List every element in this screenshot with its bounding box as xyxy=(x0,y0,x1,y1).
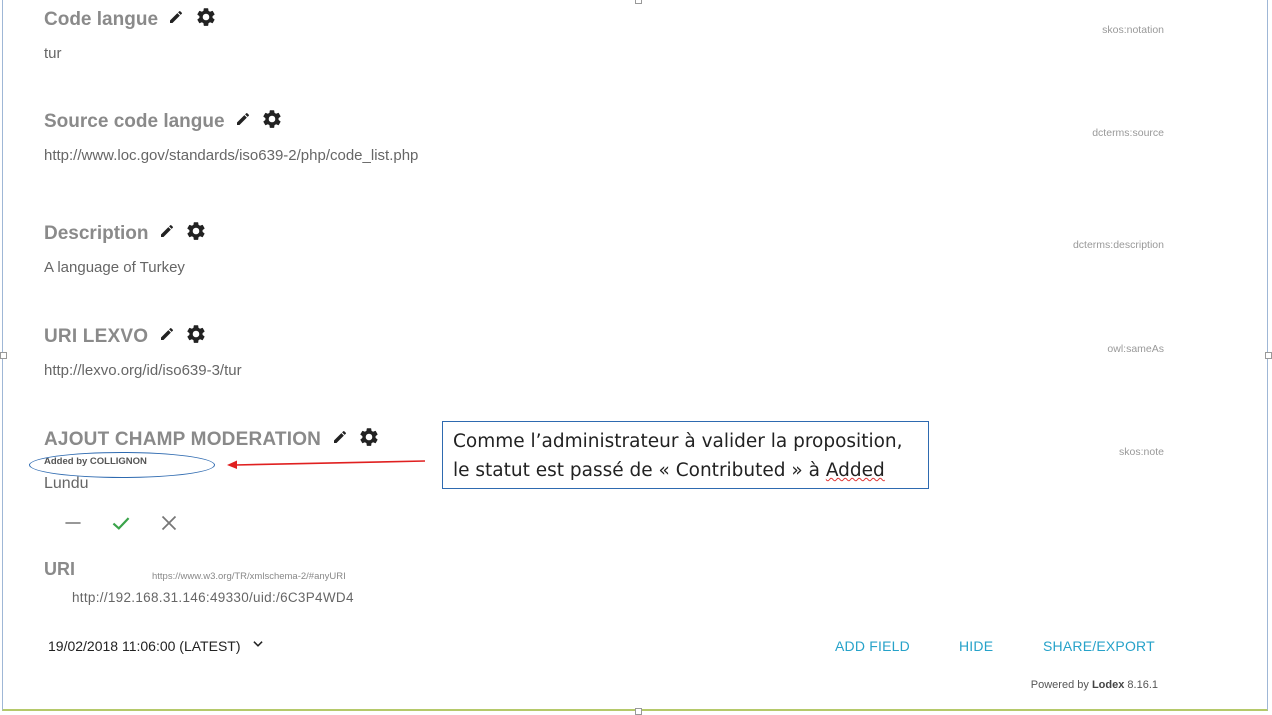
annotation-arrow xyxy=(227,460,426,469)
version-select[interactable]: 19/02/2018 11:06:00 (LATEST) xyxy=(48,637,265,654)
field-predicate: skos:note xyxy=(1119,446,1164,458)
powered-prefix: Powered by xyxy=(1030,679,1089,691)
callout-line-1: Comme l’administrateur à valider la prop… xyxy=(453,431,903,452)
uri-label: URI xyxy=(44,559,75,579)
pencil-icon[interactable] xyxy=(332,429,348,450)
pencil-icon[interactable] xyxy=(159,326,175,347)
close-icon[interactable] xyxy=(156,510,182,541)
resize-handle-bottom[interactable] xyxy=(635,708,642,715)
field-code-langue: Code langue tur skos:notation xyxy=(44,6,1164,62)
version-label: 19/02/2018 11:06:00 (LATEST) xyxy=(48,637,241,654)
highlight-ellipse xyxy=(29,452,215,478)
field-value: tur xyxy=(44,45,62,62)
pencil-icon[interactable] xyxy=(159,223,175,244)
gear-icon[interactable] xyxy=(358,426,380,453)
callout-line-2-text: le statut est passé de « Contributed » à xyxy=(453,460,826,481)
add-field-button[interactable]: ADD FIELD xyxy=(835,638,910,654)
callout-added-word: Added xyxy=(825,460,885,481)
resize-handle-right[interactable] xyxy=(1265,352,1272,359)
uri-value: http://192.168.31.146:49330/uid:/6C3P4WD… xyxy=(72,590,354,605)
field-predicate: skos:notation xyxy=(1102,24,1164,36)
annotation-callout: Comme l’administrateur à valider la prop… xyxy=(442,421,929,489)
field-predicate: owl:sameAs xyxy=(1107,343,1164,355)
field-title: URI LEXVO xyxy=(44,325,149,347)
minus-icon[interactable] xyxy=(60,510,86,541)
field-title: Source code langue xyxy=(44,110,225,132)
resize-handle-top[interactable] xyxy=(635,0,642,4)
field-title: Description xyxy=(44,222,149,244)
pencil-icon[interactable] xyxy=(235,111,251,132)
field-source-code-langue: Source code langue http://www.loc.gov/st… xyxy=(44,108,1164,164)
field-value: A language of Turkey xyxy=(44,259,185,276)
field-value: http://lexvo.org/id/iso639-3/tur xyxy=(44,362,242,379)
share-export-button[interactable]: SHARE/EXPORT xyxy=(1043,638,1155,654)
field-title: Code langue xyxy=(44,8,159,30)
field-title: AJOUT CHAMP MODERATION xyxy=(44,428,322,450)
hide-button[interactable]: HIDE xyxy=(959,638,993,654)
check-icon[interactable] xyxy=(108,510,134,541)
pencil-icon[interactable] xyxy=(168,9,184,30)
powered-by: Powered by Lodex 8.16.1 xyxy=(1031,679,1158,691)
field-predicate: dcterms:description xyxy=(1072,239,1164,251)
gear-icon[interactable] xyxy=(195,6,217,33)
gear-icon[interactable] xyxy=(185,220,207,247)
resize-handle-left[interactable] xyxy=(0,352,7,359)
field-uri-lexvo: URI LEXVO http://lexvo.org/id/iso639-3/t… xyxy=(44,323,1164,379)
gear-icon[interactable] xyxy=(261,108,283,135)
gear-icon[interactable] xyxy=(185,323,207,350)
uri-type: https://www.w3.org/TR/xmlschema-2/#anyUR… xyxy=(152,571,346,582)
callout-line-2: le statut est passé de « Contributed » à… xyxy=(453,456,918,485)
field-description: Description A language of Turkey dcterms… xyxy=(44,220,1164,276)
chevron-down-icon xyxy=(251,637,265,654)
field-value: http://www.loc.gov/standards/iso639-2/ph… xyxy=(44,147,419,164)
moderation-actions xyxy=(60,510,182,541)
powered-version: 8.16.1 xyxy=(1127,679,1158,691)
powered-brand: Lodex xyxy=(1091,679,1125,691)
field-predicate: dcterms:source xyxy=(1092,127,1164,139)
